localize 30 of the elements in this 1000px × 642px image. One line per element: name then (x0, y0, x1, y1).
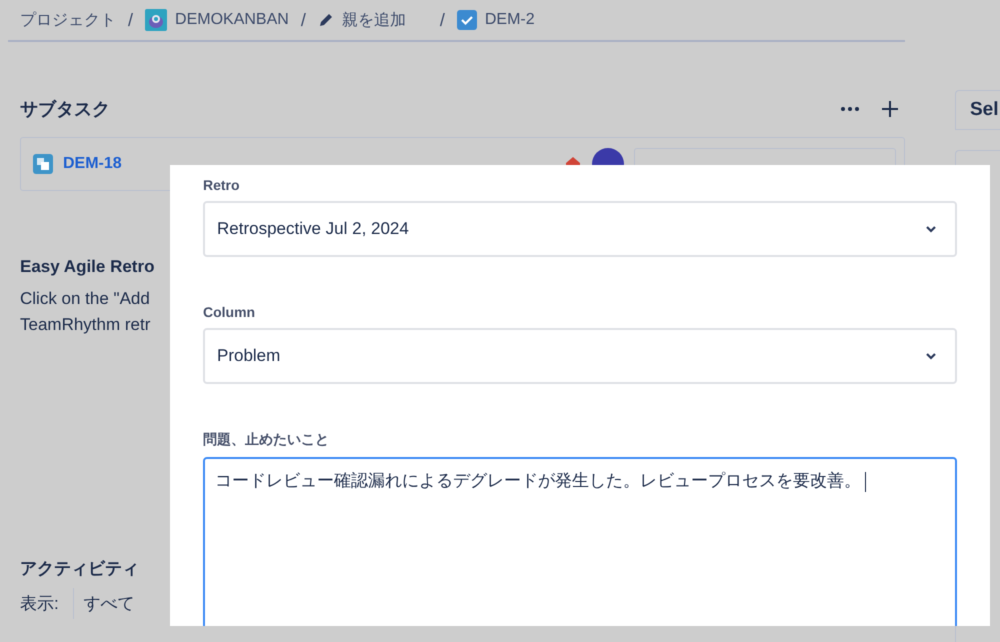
chevron-down-icon (925, 352, 937, 360)
breadcrumb-separator: / (300, 10, 306, 30)
breadcrumb-separator: / (128, 10, 134, 30)
section-heading: Easy Agile Retro (20, 257, 156, 277)
side-tab[interactable]: Sel (955, 90, 1000, 130)
breadcrumb-link[interactable]: DEMOKANBAN (175, 11, 289, 29)
more-icon[interactable] (841, 107, 859, 111)
section-heading: サブタスク (20, 98, 110, 121)
subtask-icon (33, 154, 53, 174)
input-field[interactable]: コードレビュー確認漏れによるデグレードが発生した。レビュープロセスを要改善。 (203, 457, 957, 626)
select-field[interactable]: Problem (203, 328, 957, 384)
add-icon[interactable] (881, 100, 899, 118)
issue-key-link[interactable]: DEM-18 (63, 155, 122, 173)
project-avatar-icon (145, 9, 168, 31)
field-label: Retro (203, 177, 241, 193)
description-text: TeamRhythm retr (20, 315, 152, 335)
select-field[interactable]: Retrospective Jul 2, 2024 (203, 201, 957, 257)
checkbox-icon (456, 10, 477, 30)
description-text: Click on the "Add (20, 289, 151, 309)
field-label: 問題、止めたいこと (203, 431, 330, 449)
field-label: Column (203, 304, 256, 320)
show-label: 表示: (20, 593, 59, 615)
breadcrumb-link[interactable]: DEM-2 (484, 11, 535, 29)
section-heading: アクティビティ (20, 558, 140, 580)
chevron-down-icon (925, 225, 937, 233)
pencil-icon (318, 12, 334, 28)
breadcrumb-link[interactable]: プロジェクト (20, 10, 116, 30)
filter-button[interactable]: すべて (72, 588, 145, 619)
breadcrumb-separator: / (440, 10, 445, 30)
breadcrumb-link[interactable]: 親を追加 (342, 10, 406, 30)
